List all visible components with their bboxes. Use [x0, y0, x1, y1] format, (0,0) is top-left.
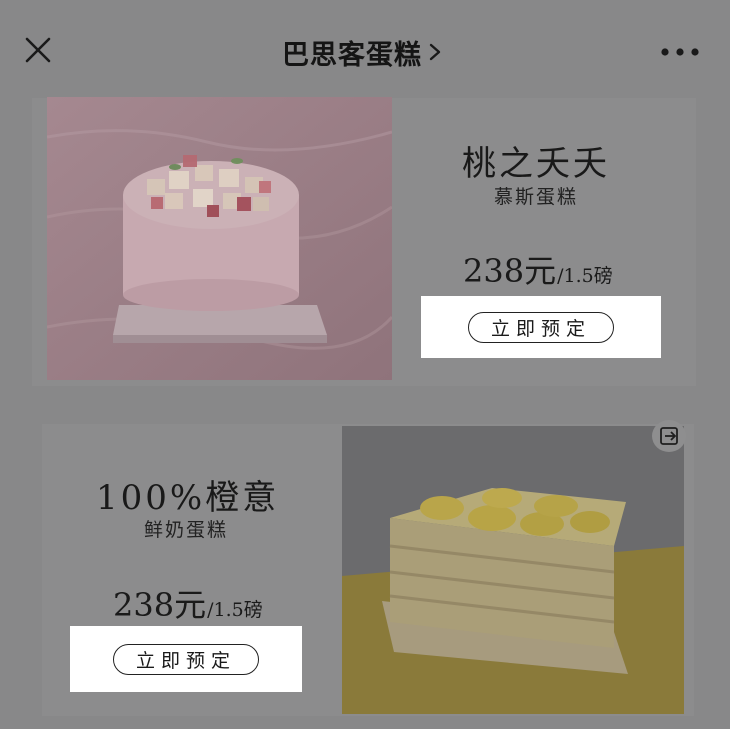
product-subtitle: 鲜奶蛋糕 [143, 519, 228, 541]
order-now-button[interactable]: 立即预定 [112, 643, 259, 675]
chevron-right-icon [428, 42, 448, 62]
price-unit: /1.5磅 [557, 265, 613, 287]
order-button-area: 立即预定 [70, 626, 302, 692]
order-now-button[interactable]: 立即预定 [467, 311, 614, 343]
page-title-link[interactable]: 巴思客蛋糕 [0, 30, 730, 74]
page-title: 巴思客蛋糕 [282, 39, 422, 71]
more-horizontal-icon [661, 48, 699, 56]
product-image-peach-mousse[interactable] [47, 97, 392, 380]
product-price: 238元 /1.5磅 [113, 580, 263, 626]
share-exit-icon [660, 427, 678, 445]
more-options-button[interactable] [652, 32, 708, 72]
share-button[interactable] [652, 420, 686, 452]
price-value: 238元 [463, 252, 557, 290]
price-value: 238元 [113, 586, 207, 624]
top-nav-bar: 巴思客蛋糕 [0, 0, 730, 100]
product-image-orange-cream[interactable] [342, 426, 684, 714]
price-unit: /1.5磅 [207, 599, 263, 621]
product-name: 桃之夭夭 [462, 144, 610, 184]
product-name: 100%橙意 [96, 478, 280, 518]
product-price: 238元 /1.5磅 [463, 246, 613, 292]
product-subtitle: 慕斯蛋糕 [493, 186, 578, 208]
order-button-area: 立即预定 [421, 296, 661, 358]
